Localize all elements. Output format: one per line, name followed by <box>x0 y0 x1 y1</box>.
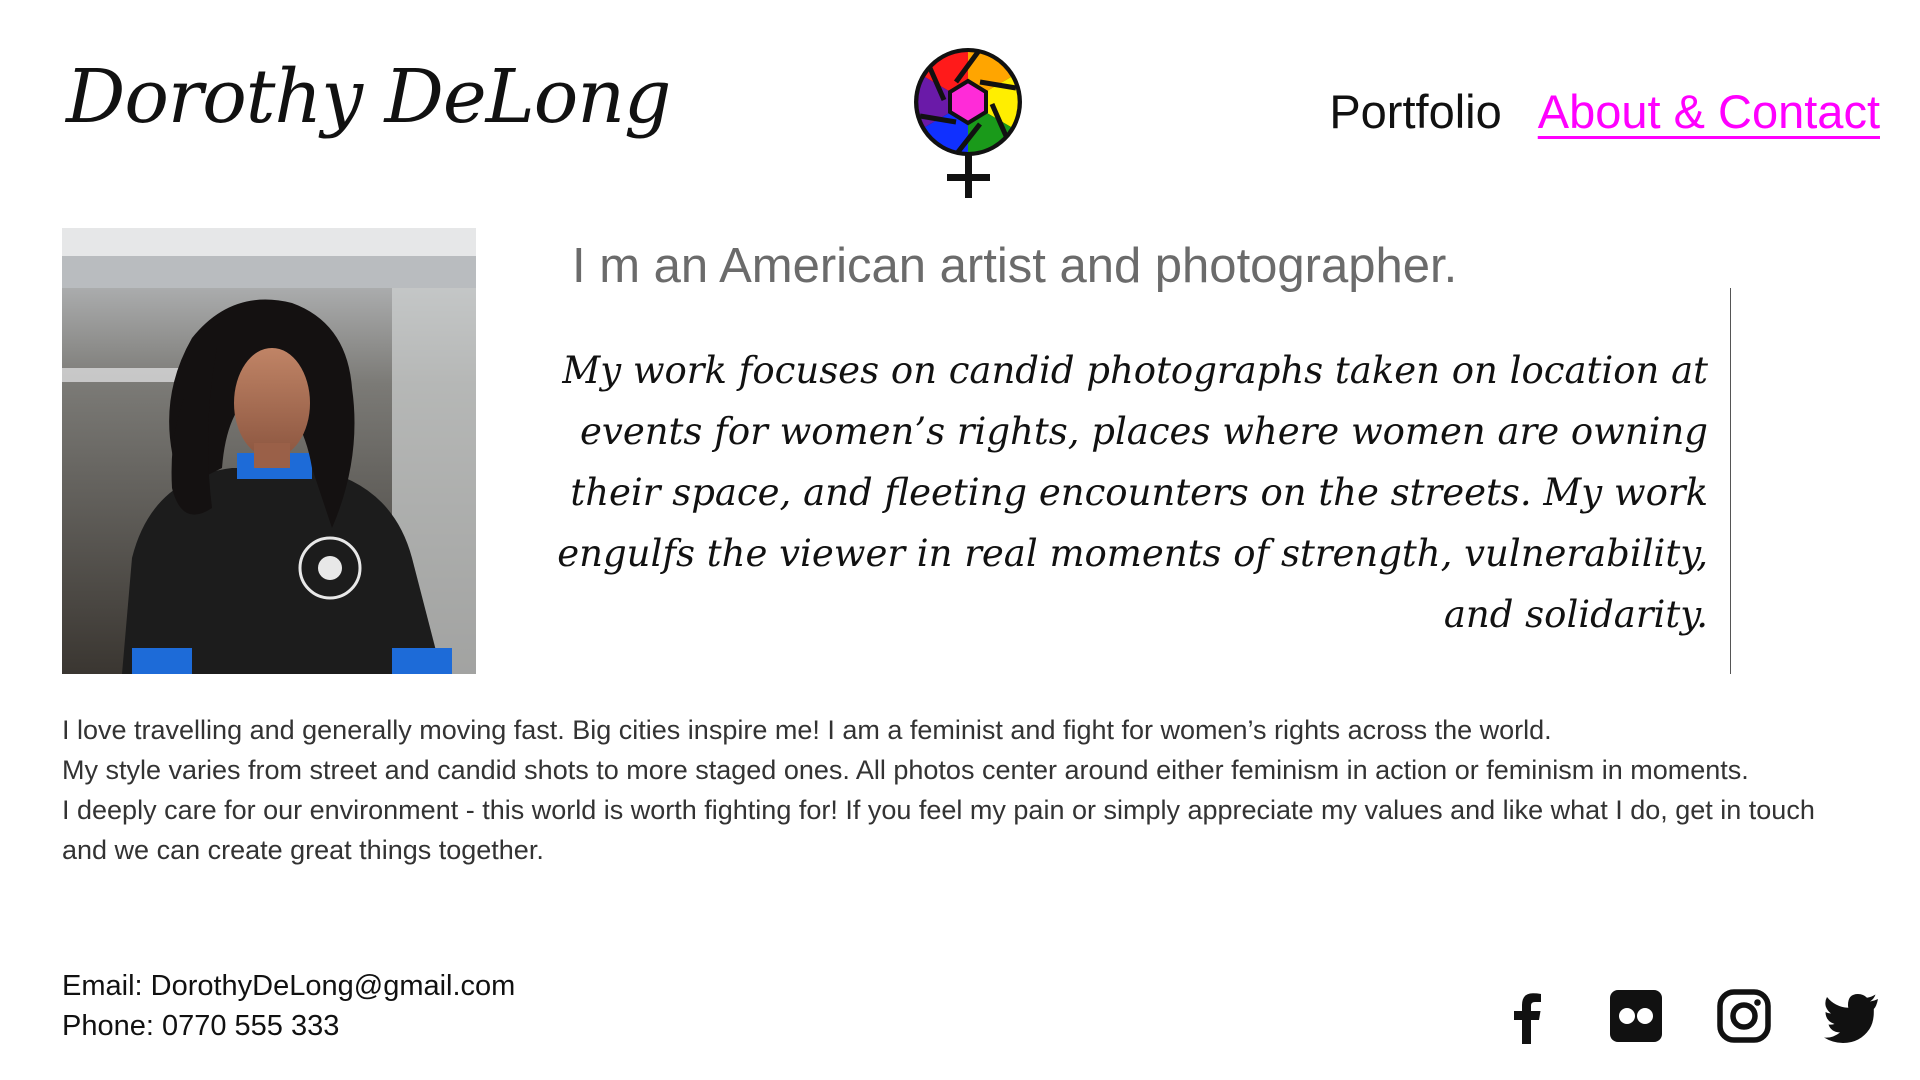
contact-email[interactable]: Email: DorothyDeLong@gmail.com <box>62 966 515 1006</box>
bio-line: I love travelling and generally moving f… <box>62 715 1552 745</box>
twitter-icon[interactable] <box>1824 988 1880 1044</box>
bio-line: My style varies from street and candid s… <box>62 755 1749 785</box>
nav-about-contact-link[interactable]: About & Contact <box>1538 84 1880 139</box>
main-nav: Portfolio About & Contact <box>1329 84 1880 139</box>
bio-line: I deeply care for our environment - this… <box>62 795 1815 865</box>
bio-text: I love travelling and generally moving f… <box>62 710 1822 870</box>
artist-portrait-image <box>62 228 476 674</box>
site-name[interactable]: Dorothy DeLong <box>66 54 671 140</box>
quote-divider <box>1730 288 1731 674</box>
camera-aperture-female-symbol-icon[interactable] <box>910 42 1030 202</box>
about-page: Dorothy DeLong Portfolio About & Contact… <box>0 0 1920 1080</box>
flickr-icon[interactable] <box>1608 988 1664 1044</box>
contact-phone[interactable]: Phone: 0770 555 333 <box>62 1006 515 1046</box>
nav-portfolio-link[interactable]: Portfolio <box>1329 84 1501 139</box>
instagram-icon[interactable] <box>1716 988 1772 1044</box>
artist-statement-quote: My work focuses on candid photographs ta… <box>557 349 1708 636</box>
intro-headline: I m an American artist and photographer. <box>572 239 1458 293</box>
social-links <box>1500 988 1880 1044</box>
contact-info: Email: DorothyDeLong@gmail.com Phone: 07… <box>62 966 515 1046</box>
facebook-icon[interactable] <box>1500 988 1556 1044</box>
